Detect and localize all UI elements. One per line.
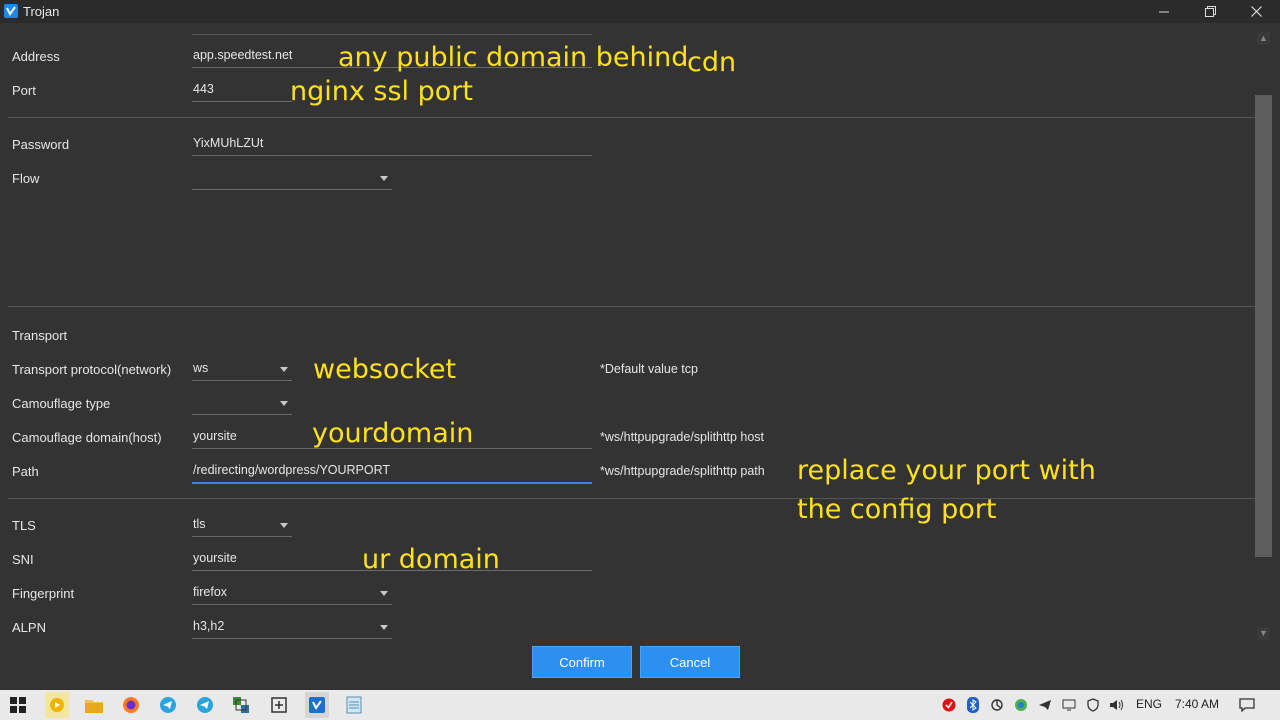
bluetooth-icon[interactable]: [964, 694, 982, 716]
sni-label: SNI: [12, 552, 34, 567]
path-field[interactable]: /redirecting/wordpress/YOURPORT: [192, 460, 592, 484]
volume-icon[interactable]: [1108, 694, 1126, 716]
antivirus-tray-icon[interactable]: [940, 694, 958, 716]
annotation-address: any public domain behind: [338, 42, 689, 73]
separator: [8, 306, 1255, 307]
confirm-button[interactable]: Confirm: [532, 646, 632, 678]
tls-select[interactable]: tls: [192, 514, 292, 537]
scroll-up-icon[interactable]: ▲: [1257, 32, 1270, 45]
host-label: Camouflage domain(host): [12, 430, 162, 445]
send-icon[interactable]: [1036, 694, 1054, 716]
port-label: Port: [12, 83, 36, 98]
globe-icon[interactable]: [1012, 694, 1030, 716]
separator: [8, 498, 1255, 499]
annotation-host: yourdomain: [312, 418, 474, 449]
flow-label: Flow: [12, 171, 40, 186]
shield-icon[interactable]: [1084, 694, 1102, 716]
v2rayn-taskbar-icon[interactable]: [305, 692, 329, 718]
language-indicator[interactable]: ENG: [1136, 697, 1162, 711]
field-underline: [192, 34, 592, 35]
windows-start-icon[interactable]: [7, 694, 29, 716]
port-field[interactable]: 443: [192, 79, 292, 102]
window-title: Trojan: [23, 4, 60, 19]
fingerprint-label: Fingerprint: [12, 586, 75, 601]
chevron-down-icon: [380, 176, 388, 181]
settings-tool-icon[interactable]: [268, 694, 290, 716]
media-player-icon[interactable]: [45, 692, 69, 718]
annotation-path-line1: replace your port with: [797, 455, 1096, 486]
flow-select[interactable]: [192, 167, 392, 190]
annotation-network: websocket: [313, 354, 457, 385]
network-label: Transport protocol(network): [12, 362, 172, 377]
tls-label: TLS: [12, 518, 36, 533]
minimize-button[interactable]: [1141, 0, 1187, 23]
alpn-label: ALPN: [12, 620, 46, 635]
chevron-down-icon: [380, 625, 388, 630]
notification-icon[interactable]: [1236, 694, 1258, 716]
v2rayn-icon: [4, 4, 18, 18]
firefox-icon[interactable]: [120, 694, 142, 716]
chevron-down-icon: [280, 401, 288, 406]
taskbar: ENG 7:40 AM: [0, 690, 1280, 720]
annotation-sni: ur domain: [362, 544, 500, 575]
vertical-scrollbar[interactable]: ▲ ▼: [1255, 30, 1272, 642]
camouflage-type-label: Camouflage type: [12, 396, 111, 411]
annotation-path-line2: the config port: [797, 494, 997, 525]
cancel-button[interactable]: Cancel: [640, 646, 740, 678]
chevron-down-icon: [280, 367, 288, 372]
clock[interactable]: 7:40 AM: [1175, 697, 1219, 711]
path-hint: *ws/httpupgrade/splithttp path: [600, 464, 765, 478]
restore-button[interactable]: [1187, 0, 1233, 23]
network-tray-icon[interactable]: [1060, 694, 1078, 716]
separator: [8, 117, 1255, 118]
chevron-down-icon: [280, 523, 288, 528]
path-label: Path: [12, 464, 39, 479]
annotation-port: nginx ssl port: [290, 76, 473, 107]
scrollbar-thumb[interactable]: [1255, 95, 1272, 557]
telegram-icon[interactable]: [194, 694, 216, 716]
scroll-down-icon[interactable]: ▼: [1257, 627, 1270, 640]
alpn-select[interactable]: h3,h2: [192, 616, 392, 639]
network-tool-icon[interactable]: [230, 694, 252, 716]
telegram-icon[interactable]: [157, 694, 179, 716]
host-hint: *ws/httpupgrade/splithttp host: [600, 430, 764, 444]
password-field[interactable]: YixMUhLZUt: [192, 133, 592, 156]
close-button[interactable]: [1233, 0, 1279, 23]
file-explorer-icon[interactable]: [83, 694, 105, 716]
title-bar: Trojan: [0, 0, 1280, 23]
camouflage-type-select[interactable]: [192, 392, 292, 415]
password-label: Password: [12, 137, 70, 152]
transport-heading: Transport: [12, 328, 68, 343]
tray-tool-icon[interactable]: [988, 694, 1006, 716]
chevron-down-icon: [380, 591, 388, 596]
network-select[interactable]: ws: [192, 358, 292, 381]
notepad-icon[interactable]: [343, 694, 365, 716]
fingerprint-select[interactable]: firefox: [192, 582, 392, 605]
network-hint: *Default value tcp: [600, 362, 698, 376]
address-label: Address: [12, 49, 60, 64]
annotation-address-cdn: cdn: [687, 47, 737, 78]
